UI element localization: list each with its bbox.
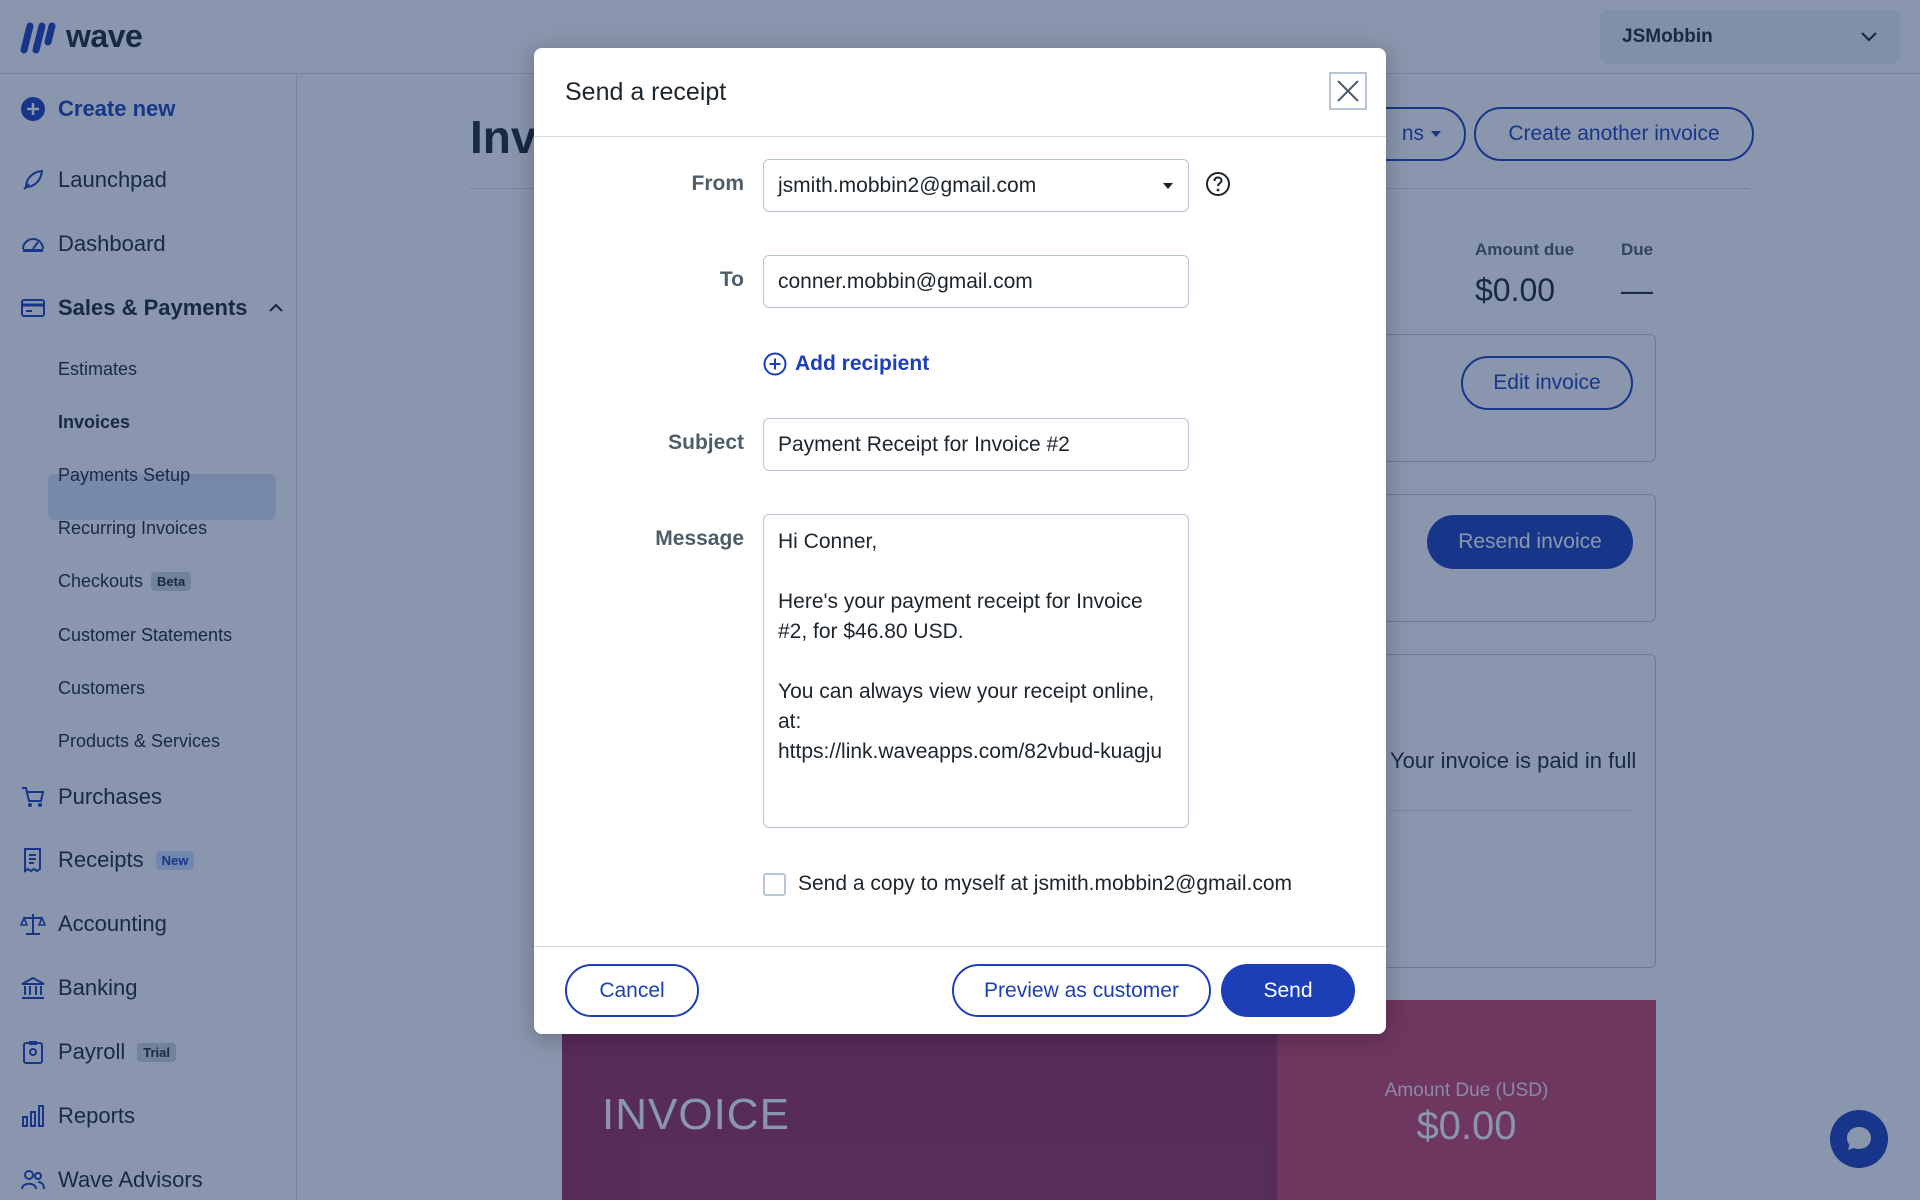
add-recipient-label: Add recipient xyxy=(795,352,930,375)
dialog-footer: Cancel Preview as customer Send xyxy=(534,946,1386,1034)
to-field[interactable]: conner.mobbin@gmail.com xyxy=(763,255,1189,308)
caret-down-icon xyxy=(1163,182,1173,189)
send-button[interactable]: Send xyxy=(1221,964,1355,1017)
dialog-title: Send a receipt xyxy=(565,78,727,106)
preview-label: Preview as customer xyxy=(984,978,1179,1002)
send-copy-option[interactable]: Send a copy to myself at jsmith.mobbin2@… xyxy=(763,872,1292,896)
to-value: conner.mobbin@gmail.com xyxy=(778,269,1033,293)
send-label: Send xyxy=(1263,978,1313,1002)
close-icon xyxy=(1337,80,1359,102)
send-copy-checkbox[interactable] xyxy=(763,872,786,896)
subject-label: Subject xyxy=(668,431,744,454)
send-copy-label: Send a copy to myself at jsmith.mobbin2@… xyxy=(798,872,1293,895)
subject-field[interactable]: Payment Receipt for Invoice #2 xyxy=(763,418,1189,471)
cancel-button[interactable]: Cancel xyxy=(565,964,699,1017)
message-field[interactable]: Hi Conner, Here's your payment receipt f… xyxy=(763,514,1189,828)
close-button[interactable] xyxy=(1329,72,1367,110)
message-label: Message xyxy=(655,527,744,550)
plus-circle-icon xyxy=(763,352,787,376)
send-receipt-dialog: Send a receipt From jsmith.mobbin2@gmail… xyxy=(534,48,1386,1034)
cancel-label: Cancel xyxy=(599,978,665,1002)
from-label: From xyxy=(691,172,745,195)
from-select[interactable]: jsmith.mobbin2@gmail.com xyxy=(763,159,1189,212)
dialog-header: Send a receipt xyxy=(534,48,1386,137)
to-label: To xyxy=(719,268,744,291)
from-value: jsmith.mobbin2@gmail.com xyxy=(778,173,1037,197)
help-icon[interactable] xyxy=(1205,171,1231,197)
preview-as-customer-button[interactable]: Preview as customer xyxy=(952,964,1211,1017)
add-recipient-button[interactable]: Add recipient xyxy=(763,352,929,376)
subject-value: Payment Receipt for Invoice #2 xyxy=(778,432,1070,456)
